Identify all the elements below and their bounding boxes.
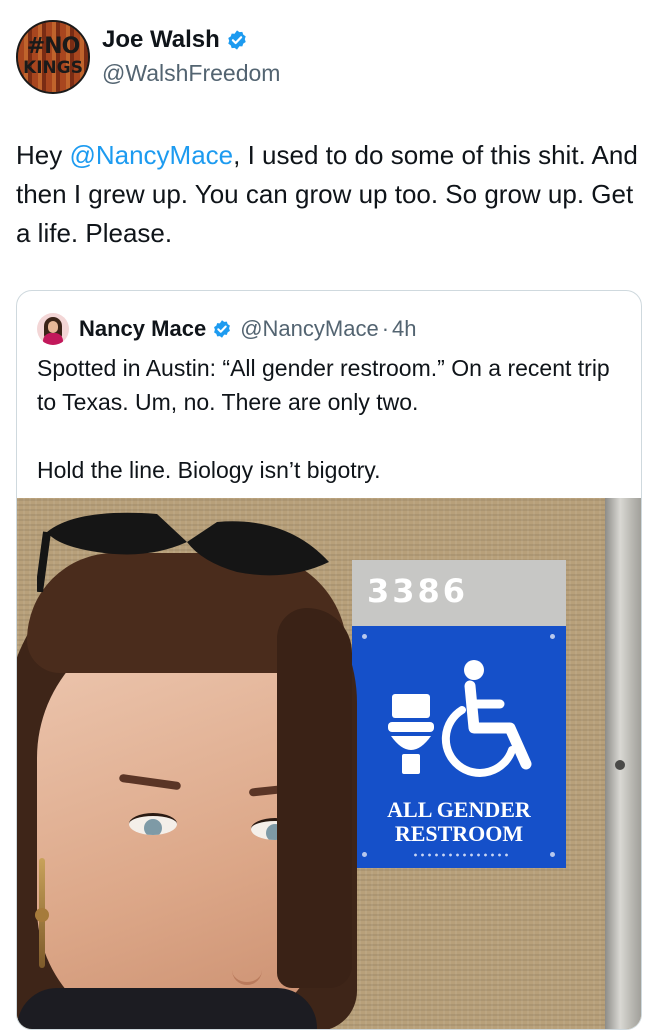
quoted-author-avatar[interactable]: [37, 313, 69, 345]
sign-dot: [362, 852, 367, 857]
verified-badge-icon: [228, 30, 246, 50]
dot-separator: ·: [381, 316, 390, 341]
braille-dots: [412, 852, 512, 858]
left-eyebrow: [118, 773, 182, 791]
avatar-face: [48, 321, 58, 333]
room-number-plate: 3386: [352, 560, 566, 626]
quoted-tweet-text: Spotted in Austin: “All gender restroom.…: [37, 355, 610, 483]
left-eye: [129, 813, 177, 835]
mention-link[interactable]: @NancyMace: [69, 140, 233, 170]
tweet-text: Hey @NancyMace, I used to do some of thi…: [16, 136, 646, 253]
quoted-tweet-header: Nancy Mace @NancyMace · 4h: [37, 313, 417, 345]
sign-dot: [550, 852, 555, 857]
author-display-name[interactable]: Joe Walsh: [102, 26, 220, 54]
left-iris: [144, 819, 162, 835]
toilet-icon: [388, 694, 434, 774]
tweet-header: #NO KINGS Joe Walsh @WalshFreedom: [16, 20, 636, 96]
avatar-text-line2: KINGS: [23, 58, 83, 78]
person-hair-side: [277, 608, 352, 988]
author-name-row: Joe Walsh: [102, 26, 248, 54]
sunglasses-icon: [37, 512, 329, 592]
quoted-author-handle[interactable]: @NancyMace: [240, 316, 379, 342]
person-shirt: [17, 988, 317, 1029]
quoted-tweet-photo[interactable]: 3386 ALL GENDER RESTROOM: [17, 498, 641, 1029]
quoted-timestamp[interactable]: 4h: [392, 316, 416, 342]
sign-dot: [362, 634, 367, 639]
author-avatar[interactable]: #NO KINGS: [16, 20, 90, 94]
verified-badge-icon: [214, 320, 231, 338]
nose: [232, 948, 262, 985]
tweet-text-start: Hey: [16, 140, 70, 170]
avatar-body: [43, 333, 63, 345]
quoted-tweet-card[interactable]: Nancy Mace @NancyMace · 4h Spotted in Au…: [16, 290, 642, 1030]
author-handle[interactable]: @WalshFreedom: [102, 60, 280, 87]
earring-bead: [35, 908, 49, 922]
avatar-text-line1: #NO: [26, 34, 81, 59]
quoted-author-name[interactable]: Nancy Mace: [79, 316, 206, 342]
restroom-sign: ALL GENDER RESTROOM: [352, 626, 566, 868]
restroom-sign-label: ALL GENDER RESTROOM: [387, 797, 531, 846]
wheelchair-icon: [441, 660, 532, 777]
sign-dot: [550, 634, 555, 639]
frame-bolt: [615, 760, 625, 770]
room-number: 3386: [367, 572, 469, 610]
